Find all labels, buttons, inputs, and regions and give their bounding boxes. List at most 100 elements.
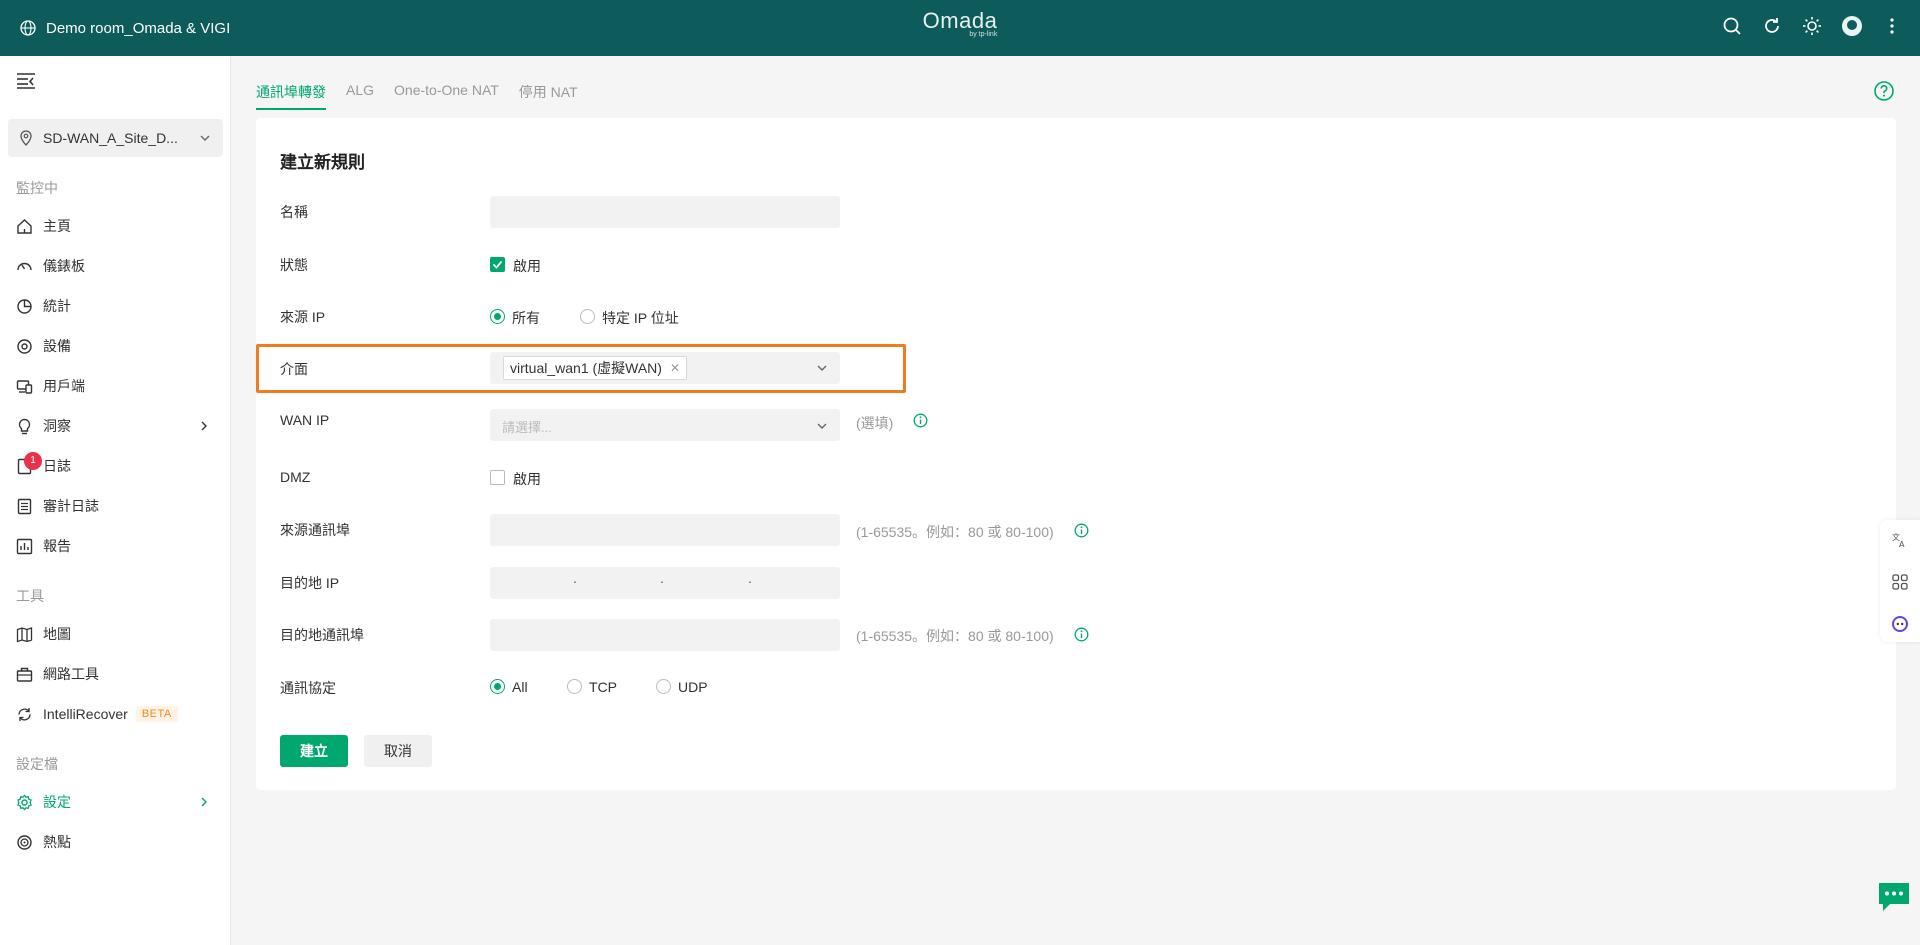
protocol-tcp-radio[interactable] [567, 679, 582, 694]
sidebar-item-label: 審計日誌 [43, 498, 99, 514]
sidebar-item-insights[interactable]: 洞察 [16, 412, 221, 440]
gauge-icon [16, 258, 33, 275]
more-vertical-icon[interactable] [1882, 16, 1902, 36]
sidebar-item-reports[interactable]: 報告 [16, 532, 221, 560]
refresh-icon[interactable] [1762, 16, 1782, 36]
sidebar-item-label: 用戶端 [43, 378, 85, 394]
theme-sun-icon[interactable] [1802, 16, 1822, 36]
site-selector-label: SD-WAN_A_Site_D... [43, 130, 178, 146]
log-icon: 1 [16, 451, 42, 475]
sidebar-item-dashboard[interactable]: 儀錶板 [16, 252, 221, 280]
info-icon[interactable] [913, 413, 928, 428]
sidebar-item-clients[interactable]: 用戶端 [16, 372, 221, 400]
cancel-button[interactable]: 取消 [364, 735, 432, 767]
chevron-right-icon [201, 421, 207, 431]
source-ip-all-radio[interactable] [490, 309, 505, 324]
checkmark-icon [492, 260, 503, 269]
assistant-bot-icon[interactable] [1891, 615, 1909, 633]
dest-port-label: 目的地通訊埠 [280, 627, 364, 643]
sidebar-item-logs[interactable]: 1 日誌 [16, 451, 221, 480]
search-icon[interactable] [1722, 16, 1742, 36]
location-pin-icon [20, 130, 32, 146]
source-ip-all-label: 所有 [512, 310, 540, 326]
info-icon[interactable] [1074, 523, 1089, 538]
help-icon[interactable] [1873, 80, 1895, 102]
dmz-enable-checkbox[interactable] [490, 470, 505, 485]
beta-badge: BETA [135, 706, 178, 722]
source-port-input[interactable] [490, 514, 840, 546]
sidebar-item-settings[interactable]: 設定 [16, 788, 221, 816]
dmz-label: DMZ [280, 469, 311, 485]
sidebar-item-home[interactable]: 主頁 [16, 212, 221, 240]
sidebar-item-label: 洞察 [43, 418, 71, 434]
sidebar-item-audit-logs[interactable]: 審計日誌 [16, 492, 221, 520]
dmz-enable-label: 啟用 [513, 471, 541, 487]
wan-ip-placeholder: 請選擇... [502, 420, 552, 435]
source-port-label: 來源通訊埠 [280, 522, 350, 538]
sidebar-item-network-tools[interactable]: 網路工具 [16, 660, 221, 688]
dest-port-hint: (1-65535。例如：80 或 80-100) [856, 628, 1054, 644]
dest-port-input[interactable] [490, 619, 840, 651]
status-label: 狀態 [280, 257, 308, 273]
avatar[interactable] [1842, 16, 1862, 36]
section-tools: 工具 [16, 588, 44, 604]
globe-icon [20, 20, 36, 36]
protocol-udp-label: UDP [678, 679, 708, 695]
sidebar: SD-WAN_A_Site_D... 監控中 主頁 儀錶板 統計 設備 用戶端 … [0, 56, 231, 945]
source-ip-label: 來源 IP [280, 309, 326, 325]
header-actions [1722, 16, 1902, 36]
protocol-all-radio[interactable] [490, 679, 505, 694]
ip-dot-separator: . [660, 570, 664, 586]
tag-close-icon[interactable]: ✕ [670, 361, 680, 375]
logs-badge: 1 [24, 451, 42, 470]
dest-ip-input[interactable] [490, 567, 840, 599]
protocol-all-label: All [512, 679, 528, 695]
apps-grid-icon[interactable] [1891, 573, 1909, 591]
tab-alg[interactable]: ALG [346, 82, 374, 110]
name-input[interactable] [490, 196, 840, 228]
pie-chart-icon [16, 298, 33, 315]
sidebar-item-label: 日誌 [43, 458, 71, 474]
tab-port-forwarding[interactable]: 通訊埠轉發 [256, 82, 326, 110]
ip-dot-separator: . [748, 570, 752, 586]
sidebar-item-hotspot[interactable]: 熱點 [16, 828, 221, 856]
status-enable-checkbox[interactable] [490, 257, 505, 272]
section-config: 設定檔 [16, 756, 58, 772]
translate-icon[interactable]: 文A [1891, 531, 1909, 549]
protocol-udp-radio[interactable] [656, 679, 671, 694]
chevron-right-icon [201, 797, 207, 807]
sidebar-item-statistics[interactable]: 統計 [16, 292, 221, 320]
sidebar-item-devices[interactable]: 設備 [16, 332, 221, 360]
name-label: 名稱 [280, 204, 308, 220]
hotspot-icon [16, 834, 33, 851]
interface-tag-label: virtual_wan1 (虛擬WAN) [510, 360, 662, 376]
lightbulb-icon [16, 418, 33, 435]
omada-logo: Omada by tp-link [922, 8, 998, 39]
chat-icon[interactable] [1876, 880, 1912, 914]
recover-cycle-icon [16, 706, 33, 723]
sidebar-item-intellirecover[interactable]: IntelliRecover BETA [16, 700, 221, 728]
create-button[interactable]: 建立 [280, 735, 348, 767]
interface-tag: virtual_wan1 (虛擬WAN) ✕ [503, 356, 688, 380]
sidebar-item-map[interactable]: 地圖 [16, 620, 221, 648]
sidebar-item-label: 設備 [43, 338, 71, 354]
source-ip-specific-radio[interactable] [580, 309, 595, 324]
report-chart-icon [16, 538, 33, 555]
collapse-menu-icon[interactable] [16, 72, 36, 90]
dest-ip-label: 目的地 IP [280, 575, 340, 591]
sidebar-item-label: 儀錶板 [43, 258, 85, 274]
floating-toolbar: 文A [1880, 520, 1920, 642]
logo-main: Omada [922, 8, 998, 33]
tab-one-to-one-nat[interactable]: One-to-One NAT [394, 82, 499, 110]
site-selector[interactable]: SD-WAN_A_Site_D... [8, 119, 223, 157]
sidebar-item-label: 熱點 [43, 834, 71, 850]
site-name-area[interactable]: Demo room_Omada & VIGI [20, 20, 230, 37]
info-icon[interactable] [1074, 627, 1089, 642]
tab-disable-nat[interactable]: 停用 NAT [519, 82, 578, 110]
svg-text:A: A [1899, 540, 1905, 549]
nat-tabs: 通訊埠轉發 ALG One-to-One NAT 停用 NAT [256, 82, 578, 110]
wan-ip-label: WAN IP [280, 412, 330, 428]
ip-dot-separator: . [573, 570, 577, 586]
device-icon [16, 338, 33, 355]
sidebar-item-label: 地圖 [43, 626, 71, 642]
